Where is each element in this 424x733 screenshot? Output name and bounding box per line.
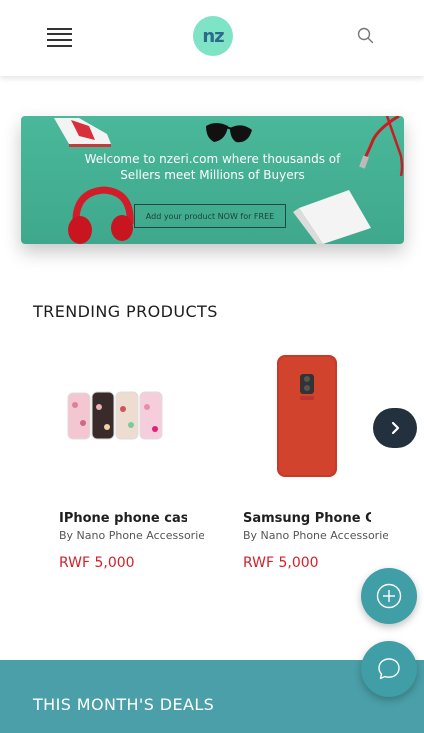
logo-text: nz: [202, 25, 224, 47]
banner-line-2: Sellers meet Millions of Buyers: [120, 168, 305, 182]
carousel-next-button[interactable]: [373, 408, 417, 448]
banner-line-1: Welcome to nzeri.com where thousands of: [84, 152, 341, 166]
logo[interactable]: nz: [193, 16, 233, 56]
hamburger-menu-icon[interactable]: [47, 26, 72, 48]
sunglasses-image: [206, 123, 252, 143]
headphones-image: [68, 186, 134, 244]
sneaker-image: [54, 118, 111, 147]
product-card[interactable]: Samsung Phone Case By Nano Phone Accesso…: [243, 345, 393, 585]
search-icon[interactable]: [356, 26, 376, 46]
plus-circle-icon: [376, 583, 402, 609]
top-header: nz: [0, 0, 424, 76]
chevron-right-icon: [391, 421, 400, 435]
product-image: [277, 355, 337, 477]
power-bank-image: [293, 190, 371, 244]
product-image: [67, 391, 163, 440]
add-button[interactable]: [361, 568, 417, 624]
banner-text: Welcome to nzeri.com where thousands of …: [21, 151, 404, 183]
trending-title: TRENDING PRODUCTS: [33, 302, 218, 321]
product-name: IPhone phone case: [59, 511, 187, 526]
product-price: RWF 5,000: [59, 555, 135, 571]
product-card[interactable]: IPhone phone case By Nano Phone Accessor…: [59, 345, 209, 585]
product-seller: By Nano Phone Accessories: [243, 529, 388, 542]
chat-button[interactable]: [361, 641, 417, 697]
product-price: RWF 5,000: [243, 555, 319, 571]
promo-banner[interactable]: Welcome to nzeri.com where thousands of …: [21, 116, 404, 244]
product-seller: By Nano Phone Accessories: [59, 529, 204, 542]
deals-title: THIS MONTH'S DEALS: [33, 695, 215, 714]
page: nz Welcome to nzeri.com where thousands …: [0, 0, 424, 733]
add-product-button[interactable]: Add your product NOW for FREE: [134, 204, 286, 228]
chat-bubble-icon: [378, 658, 400, 680]
product-name: Samsung Phone Case: [243, 511, 371, 526]
